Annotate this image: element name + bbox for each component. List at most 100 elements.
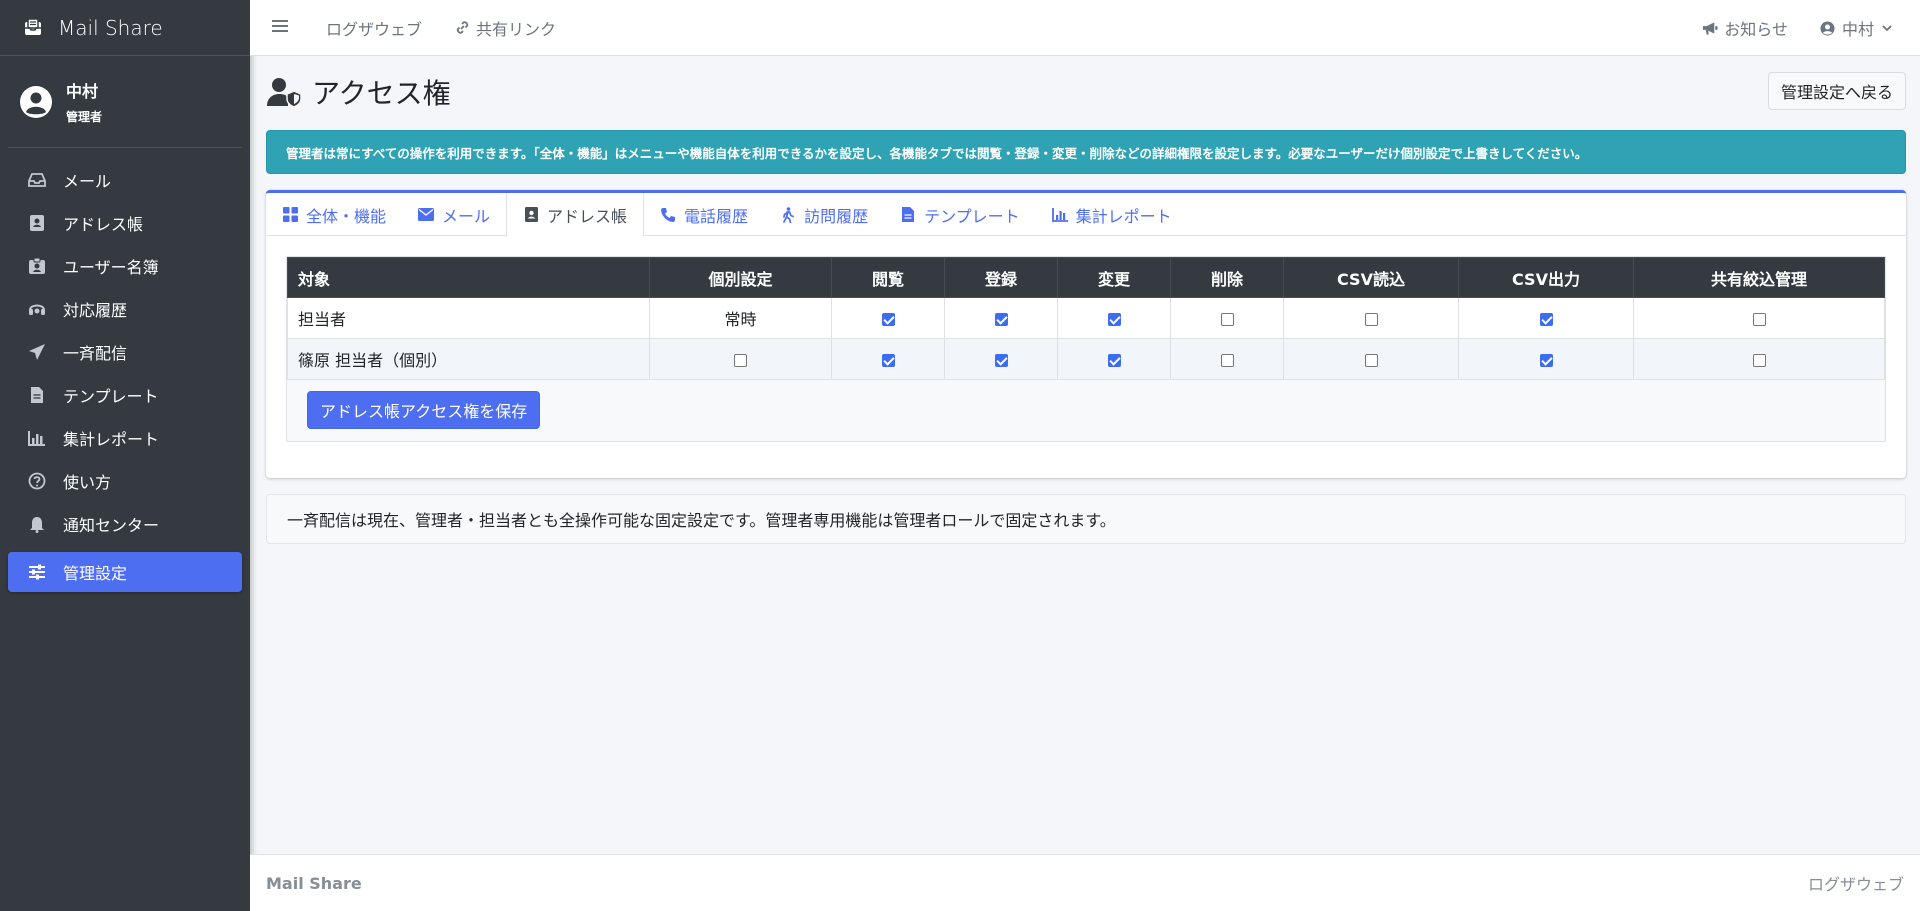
- permission-checkbox[interactable]: [1364, 353, 1378, 367]
- permission-checkbox[interactable]: [1539, 312, 1553, 326]
- permission-checkbox[interactable]: [1220, 312, 1234, 326]
- permission-checkbox[interactable]: [1539, 353, 1553, 367]
- tab-label: 訪問履歴: [804, 206, 869, 226]
- save-address-book-permissions-button[interactable]: アドレス帳アクセス権を保存: [307, 391, 541, 429]
- mail-box-icon: [22, 17, 44, 39]
- sidebar-item-user-list[interactable]: ユーザー名簿: [8, 246, 242, 286]
- topbar-right: お知らせ 中村: [1670, 0, 1892, 56]
- column-header: CSV出力: [1458, 257, 1634, 298]
- tab-label: 集計レポート: [1075, 206, 1172, 226]
- sidebar-item-label: テンプレート: [63, 387, 159, 406]
- tab-template[interactable]: テンプレート: [884, 193, 1036, 236]
- permission-checkbox[interactable]: [994, 312, 1008, 326]
- permission-table: 対象 個別設定 閲覧 登録 変更 削除 CSV読込 CSV出力 共有絞込管理 担…: [287, 257, 1885, 380]
- sliders-icon: [26, 563, 48, 581]
- permission-checkbox[interactable]: [1752, 312, 1766, 326]
- notice-label: お知らせ: [1724, 20, 1788, 39]
- individual-override-checkbox[interactable]: [734, 353, 747, 367]
- sidebar: Mail Share 中村 管理者 メール アドレス帳 ユーザー名簿 対応履歴 …: [0, 0, 250, 911]
- sidebar-item-mail[interactable]: メール: [8, 160, 242, 200]
- top-link-share-label: 共有リンク: [476, 19, 557, 39]
- tab-label: アドレス帳: [547, 206, 628, 226]
- permissions-card: 全体・機能 メール アドレス帳 電話履歴 訪問履歴 テンプレート 集計レポート …: [266, 190, 1906, 478]
- sidebar-item-help[interactable]: 使い方: [8, 461, 242, 501]
- file-icon: [900, 207, 916, 223]
- permission-checkbox[interactable]: [1107, 312, 1121, 326]
- tab-label: 全体・機能: [306, 206, 387, 226]
- permission-checkbox[interactable]: [1220, 353, 1234, 367]
- top-link-notice[interactable]: お知らせ: [1702, 16, 1788, 40]
- question-icon: [26, 472, 48, 490]
- inbox-icon: [26, 171, 48, 189]
- page-title: アクセス権: [266, 72, 451, 112]
- main-content: アクセス権 管理設定へ戻る 管理者は常にすべての操作を利用できます。「全体・機能…: [266, 56, 1906, 544]
- user-circle-icon: [1820, 20, 1836, 36]
- permission-table-wrapper: 対象 個別設定 閲覧 登録 変更 削除 CSV読込 CSV出力 共有絞込管理 担…: [286, 256, 1886, 442]
- tab-mail[interactable]: メール: [402, 193, 506, 236]
- user-name: 中村: [66, 82, 99, 101]
- back-to-admin-button[interactable]: 管理設定へ戻る: [1767, 72, 1906, 110]
- sidebar-item-label: 対応履歴: [63, 301, 128, 320]
- top-link-logzaweb[interactable]: ログザウェブ: [326, 16, 422, 40]
- permission-checkbox[interactable]: [994, 353, 1008, 367]
- sidebar-item-broadcast[interactable]: 一斉配信: [8, 332, 242, 372]
- column-header: 登録: [944, 257, 1058, 298]
- info-alert: 管理者は常にすべての操作を利用できます。「全体・機能」はメニューや機能自体を利用…: [266, 130, 1906, 174]
- hamburger-menu-icon[interactable]: [272, 17, 296, 38]
- column-header: 対象: [287, 257, 650, 298]
- sidebar-item-label: 通知センター: [63, 516, 160, 535]
- footer-link-logzaweb[interactable]: ログザウェブ: [1808, 871, 1904, 895]
- user-panel[interactable]: 中村 管理者: [8, 56, 242, 148]
- tab-label: メール: [442, 206, 491, 226]
- column-header: CSV読込: [1283, 257, 1459, 298]
- sidebar-item-template[interactable]: テンプレート: [8, 375, 242, 415]
- address-book-icon: [26, 214, 48, 232]
- sidebar-item-address-book[interactable]: アドレス帳: [8, 203, 242, 243]
- top-link-share[interactable]: 共有リンク: [454, 16, 556, 40]
- sidebar-item-label: 集計レポート: [63, 430, 160, 449]
- user-role: 管理者: [66, 110, 103, 124]
- sidebar-item-admin-settings[interactable]: 管理設定: [8, 552, 242, 592]
- permission-checkbox[interactable]: [881, 353, 895, 367]
- top-user-menu[interactable]: 中村: [1820, 16, 1892, 40]
- footer: Mail Share ログザウェブ: [250, 854, 1920, 911]
- walking-icon: [780, 206, 796, 223]
- grid-icon: [282, 207, 298, 223]
- tab-overall[interactable]: 全体・機能: [266, 193, 402, 236]
- tab-label: テンプレート: [924, 206, 1020, 226]
- permission-checkbox[interactable]: [1752, 353, 1766, 367]
- phone-icon: [660, 207, 676, 223]
- user-shield-icon: [267, 78, 302, 108]
- row-individual-text: 常時: [649, 297, 832, 339]
- broadcast-note: 一斉配信は現在、管理者・担当者とも全操作可能な固定設定です。管理者専用機能は管理…: [266, 494, 1906, 544]
- sidebar-item-label: 管理設定: [63, 564, 128, 583]
- headset-icon: [26, 300, 48, 318]
- megaphone-icon: [1702, 20, 1718, 36]
- row-target: 担当者: [287, 297, 650, 339]
- sidebar-item-support-history[interactable]: 対応履歴: [8, 289, 242, 329]
- permission-checkbox[interactable]: [1107, 353, 1121, 367]
- tab-phone-history[interactable]: 電話履歴: [644, 193, 764, 236]
- sidebar-item-label: ユーザー名簿: [63, 258, 159, 277]
- table-row: 篠原 担当者（個別）: [287, 338, 1885, 380]
- chart-icon: [26, 429, 48, 447]
- permission-checkbox[interactable]: [881, 312, 895, 326]
- tab-visit-history[interactable]: 訪問履歴: [764, 193, 884, 236]
- sidebar-item-report[interactable]: 集計レポート: [8, 418, 242, 458]
- paper-plane-icon: [26, 343, 48, 361]
- tab-address-book[interactable]: アドレス帳: [506, 193, 645, 237]
- id-badge-icon: [26, 257, 48, 275]
- link-icon: [454, 20, 470, 36]
- table-header-row: 対象 個別設定 閲覧 登録 変更 削除 CSV読込 CSV出力 共有絞込管理: [287, 257, 1885, 298]
- topbar: ログザウェブ 共有リンク お知らせ 中村: [250, 0, 1920, 56]
- tab-report[interactable]: 集計レポート: [1036, 193, 1188, 236]
- top-user-name: 中村: [1841, 20, 1874, 39]
- permission-tabs: 全体・機能 メール アドレス帳 電話履歴 訪問履歴 テンプレート 集計レポート: [266, 193, 1906, 237]
- tab-label: 電話履歴: [684, 206, 749, 226]
- chart-icon: [1051, 207, 1068, 223]
- brand[interactable]: Mail Share: [0, 0, 250, 56]
- permission-checkbox[interactable]: [1364, 312, 1378, 326]
- column-header: 変更: [1057, 257, 1171, 298]
- sidebar-item-notification-center[interactable]: 通知センター: [8, 504, 242, 544]
- user-circle-icon: [20, 85, 52, 118]
